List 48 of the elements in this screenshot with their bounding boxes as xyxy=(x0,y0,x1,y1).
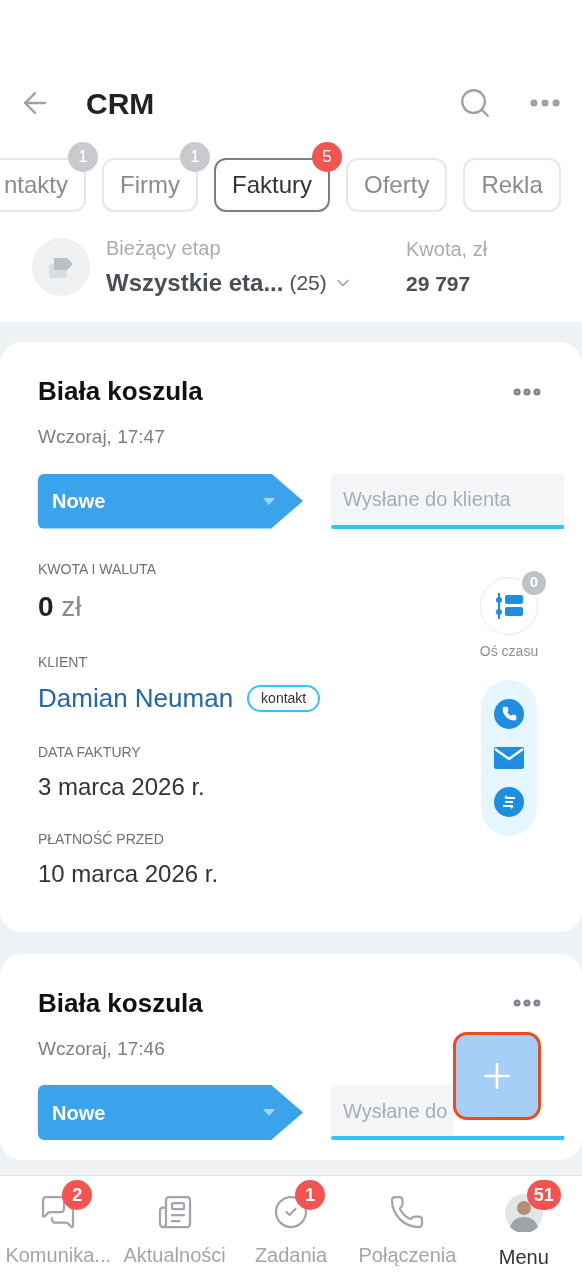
count-badge: 51 xyxy=(526,1180,561,1210)
count-badge: 5 xyxy=(312,142,343,172)
next-stage[interactable]: Wysłane do klienta xyxy=(331,473,564,525)
field-value: 3 marca 2026 r. xyxy=(38,771,206,802)
card-title: Biała koszula xyxy=(38,986,203,1020)
caret-icon xyxy=(263,1109,275,1116)
invoice-card[interactable]: Biała koszula Wczoraj, 17:47 Nowe Wysłane do klienta KWOTA I WALUTA 0 zł KLIENT Damian Neuman kontakt DATA FAKTURY 3 marca 2026 r. PŁATNOŚĆ PRZED 10 marca 2026 r. 0 Oś czasu xyxy=(0,342,582,932)
amount-value: 0 zł xyxy=(38,589,83,624)
count-badge: 2 xyxy=(62,1180,93,1210)
count-badge: 0 xyxy=(520,568,548,597)
stage-filter-dropdown[interactable]: Wszystkie eta... (25) xyxy=(106,265,353,301)
nav-item[interactable]: Połączenia xyxy=(349,1176,466,1280)
field-label: PŁATNOŚĆ PRZED xyxy=(38,829,165,849)
client-link[interactable]: Damian Neuman xyxy=(38,678,234,718)
next-stage[interactable]: Wysłane do xyxy=(331,1085,454,1136)
phone-icon xyxy=(389,1194,426,1230)
search-icon[interactable] xyxy=(458,86,492,120)
field-label: KWOTA I WALUTA xyxy=(38,559,157,579)
nav-item[interactable]: Aktualności xyxy=(116,1176,233,1280)
chat-icon[interactable] xyxy=(494,786,524,817)
stage-selector[interactable]: Nowe xyxy=(38,1085,303,1140)
nav-item[interactable]: 2 Komunika... xyxy=(0,1176,117,1280)
caret-icon xyxy=(263,497,275,505)
tab[interactable]: Oferty xyxy=(346,158,448,212)
nav-item[interactable]: 1 Zadania xyxy=(232,1176,350,1280)
field-label: DATA FAKTURY xyxy=(38,742,142,762)
add-button[interactable] xyxy=(453,1032,541,1120)
amount-label: Kwota, zł xyxy=(406,237,488,263)
news-icon xyxy=(156,1194,193,1230)
timeline-label: Oś czasu xyxy=(479,641,539,661)
contact-tag: kontakt xyxy=(247,684,321,712)
mail-icon[interactable] xyxy=(494,746,524,769)
card-date: Wczoraj, 17:47 xyxy=(38,425,166,449)
page-title: CRM xyxy=(86,85,155,122)
field-label: KLIENT xyxy=(38,652,88,672)
tab[interactable]: Rekla xyxy=(463,158,561,212)
phone-icon[interactable] xyxy=(494,698,524,729)
stages-icon xyxy=(32,238,90,296)
stage-filter-label: Bieżący etap xyxy=(106,236,222,261)
count-badge: 1 xyxy=(295,1180,325,1210)
invoice-card[interactable]: Biała koszula Wczoraj, 17:46 Nowe Wysłane do xyxy=(0,953,582,1160)
field-value: 10 marca 2026 r. xyxy=(38,858,220,889)
nav-item[interactable]: 51 Menu xyxy=(465,1176,582,1280)
stage-selector[interactable]: Nowe xyxy=(38,473,303,529)
amount-total: 29 797 xyxy=(406,271,472,298)
card-date: Wczoraj, 17:46 xyxy=(38,1036,166,1061)
card-title: Biała koszula xyxy=(38,375,203,408)
timeline-icon xyxy=(495,592,523,619)
